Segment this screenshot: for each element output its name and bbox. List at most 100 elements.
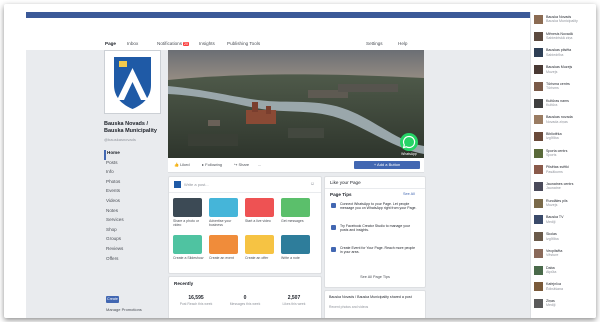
- tile-note[interactable]: [281, 235, 310, 254]
- nav-inbox[interactable]: Inbox: [127, 41, 138, 46]
- more-button[interactable]: ...: [258, 162, 261, 167]
- tile-label-offer: Create an offer: [245, 256, 269, 260]
- tile-get-messages[interactable]: [281, 198, 310, 217]
- right-column-item[interactable]: Bauska Novads Bauska Municipality: [534, 15, 596, 26]
- right-column-text: Tūrisma centrs Tūrisms: [546, 82, 596, 91]
- nav-insights[interactable]: Insights: [199, 41, 215, 46]
- composer-input[interactable]: Write a post...: [184, 182, 209, 187]
- right-column-thumbnail: [534, 98, 543, 108]
- page-nav-row: [26, 18, 530, 50]
- sidebar-item-home[interactable]: Home: [104, 150, 166, 160]
- share-button[interactable]: ↪ Share: [234, 162, 249, 167]
- tips-see-all-link[interactable]: See All: [403, 192, 415, 196]
- sidebar-item-offers[interactable]: Offers: [104, 256, 166, 266]
- right-column-item[interactable]: Bauskas novada Novada ziņas: [534, 115, 596, 126]
- right-column-thumbnail: [534, 81, 543, 91]
- create-button[interactable]: Create: [106, 296, 119, 303]
- tile-slideshow[interactable]: [173, 235, 202, 254]
- right-column-text: Kafejnīca Ēdināšana: [546, 282, 596, 291]
- right-column-subtitle: Izglītība: [546, 236, 559, 241]
- right-column-text: Bibliotēka Izglītība: [546, 132, 596, 141]
- right-column-subtitle: Muzejs: [546, 203, 558, 208]
- whatsapp-icon[interactable]: [400, 133, 418, 151]
- tile-offer[interactable]: [245, 235, 274, 254]
- tip-text: Try Facebook Creator Studio to manage yo…: [340, 224, 411, 233]
- creator-studio-icon: [331, 225, 336, 230]
- sidebar-item-videos[interactable]: Videos: [104, 198, 166, 208]
- nav-notifications[interactable]: Notifications 20: [157, 41, 189, 46]
- tile-event[interactable]: [209, 235, 238, 254]
- tip-row: Create Event for Your Page. Reach more p…: [331, 246, 421, 264]
- whatsapp-label: WhatsApp: [401, 152, 417, 156]
- right-column-item[interactable]: Bauskas pilsēta Sabiedrība: [534, 48, 596, 59]
- composer-avatar: [174, 181, 181, 188]
- right-column-text: Ziņas Mediji: [546, 299, 596, 308]
- right-column-thumbnail: [534, 31, 543, 41]
- right-column-item[interactable]: Bauskas Muzejs Muzejs: [534, 65, 596, 76]
- right-column-text: Bauska TV Mediji: [546, 215, 596, 224]
- right-column-subtitle: Tūrisms: [546, 86, 559, 91]
- right-column-item[interactable]: Bauska TV Mediji: [534, 215, 596, 226]
- tile-label-share-photo: Share a photo or video: [173, 219, 200, 228]
- liked-button[interactable]: 👍 Liked: [174, 162, 190, 167]
- right-column-thumbnail: [534, 65, 543, 75]
- tile-label-get-messages: Get messages: [281, 219, 304, 223]
- post-composer: Write a post... ☺ Share a photo or video…: [168, 176, 322, 274]
- right-column-item[interactable]: Mēnesis Novadā Sabiedriskā ziņa: [534, 31, 596, 43]
- following-button[interactable]: ▸ Following: [202, 162, 222, 167]
- right-column-text: Bauska Novads Bauska Municipality: [546, 15, 596, 24]
- right-column-subtitle: Novada ziņas: [546, 119, 568, 124]
- browser-screen: Page Inbox Notifications 20 Insights Publ…: [26, 12, 596, 318]
- right-column-item[interactable]: Vecpilsēta Vēsture: [534, 248, 596, 260]
- sidebar-item-posts[interactable]: Posts: [104, 160, 166, 170]
- right-column-item[interactable]: Bibliotēka Izglītība: [534, 131, 596, 143]
- sidebar-item-shop[interactable]: Shop: [104, 227, 166, 237]
- manage-promotions-link[interactable]: Manage Promotions: [106, 307, 142, 312]
- see-all-page-tips-link[interactable]: See All Page Tips: [325, 275, 425, 279]
- sidebar-item-reviews[interactable]: Reviews: [104, 246, 166, 256]
- right-column-thumbnail: [534, 298, 543, 308]
- sidebar-item-info[interactable]: Info: [104, 169, 166, 179]
- right-column-thumbnail: [534, 265, 543, 275]
- right-column-thumbnail: [534, 232, 543, 242]
- sidebar-item-services[interactable]: Services: [104, 217, 166, 227]
- right-column-subtitle: Muzejs: [546, 69, 558, 74]
- right-column-item[interactable]: Kafejnīca Ēdināšana: [534, 282, 596, 293]
- right-column-item[interactable]: Daba Atpūta: [534, 265, 596, 277]
- tile-label-slideshow: Create a Slideshow: [173, 256, 204, 260]
- sidebar-item-groups[interactable]: Groups: [104, 236, 166, 246]
- nav-page[interactable]: Page: [105, 41, 116, 46]
- add-button[interactable]: + Add a Button: [354, 161, 420, 169]
- right-column-item[interactable]: Skolas Izglītība: [534, 232, 596, 243]
- right-column-item[interactable]: Jaunatnes centrs Jaunatne: [534, 182, 596, 193]
- right-column-subtitle: Ēdināšana: [546, 286, 563, 291]
- right-column-item[interactable]: Pilsētas svētki Pasākums: [534, 165, 596, 176]
- nav-settings[interactable]: Settings: [366, 41, 383, 46]
- tile-advertise[interactable]: [209, 198, 238, 217]
- right-column-thumbnail: [534, 215, 543, 225]
- right-column-item[interactable]: Kultūras nams Kultūra: [534, 98, 596, 110]
- right-column-item[interactable]: Rundāles pils Muzejs: [534, 198, 596, 210]
- page-avatar[interactable]: [104, 50, 161, 114]
- right-column-text: Bauskas pilsēta Sabiedrība: [546, 48, 596, 57]
- composer-options-icon[interactable]: ☺: [310, 181, 315, 187]
- right-column-thumbnail: [534, 165, 543, 175]
- right-column-item[interactable]: Ziņas Mediji: [534, 298, 596, 310]
- right-column-thumbnail: [534, 48, 543, 58]
- sidebar-item-events[interactable]: Events: [104, 188, 166, 198]
- right-column-item[interactable]: Tūrisma centrs Tūrisms: [534, 81, 596, 93]
- right-column-subtitle: Jaunatne: [546, 186, 561, 191]
- right-column-subtitle: Atpūta: [546, 269, 557, 274]
- cover-photo[interactable]: WhatsApp: [168, 50, 424, 158]
- shared-post-text: Bauska Novads / Bauska Municipality shar…: [329, 295, 412, 299]
- tile-share-photo[interactable]: [173, 198, 202, 217]
- right-column-subtitle: Sports: [546, 153, 557, 157]
- sidebar-item-photos[interactable]: Photos: [104, 179, 166, 189]
- sidebar-item-notes[interactable]: Notes: [104, 208, 166, 218]
- right-column-item[interactable]: Sporta centrs Sports: [534, 148, 596, 160]
- right-column-thumbnail: [534, 15, 543, 24]
- nav-help[interactable]: Help: [398, 41, 407, 46]
- tile-live-video[interactable]: [245, 198, 274, 217]
- nav-publishing-tools[interactable]: Publishing Tools: [227, 41, 260, 46]
- shared-post-card: Bauska Novads / Bauska Municipality shar…: [324, 290, 426, 318]
